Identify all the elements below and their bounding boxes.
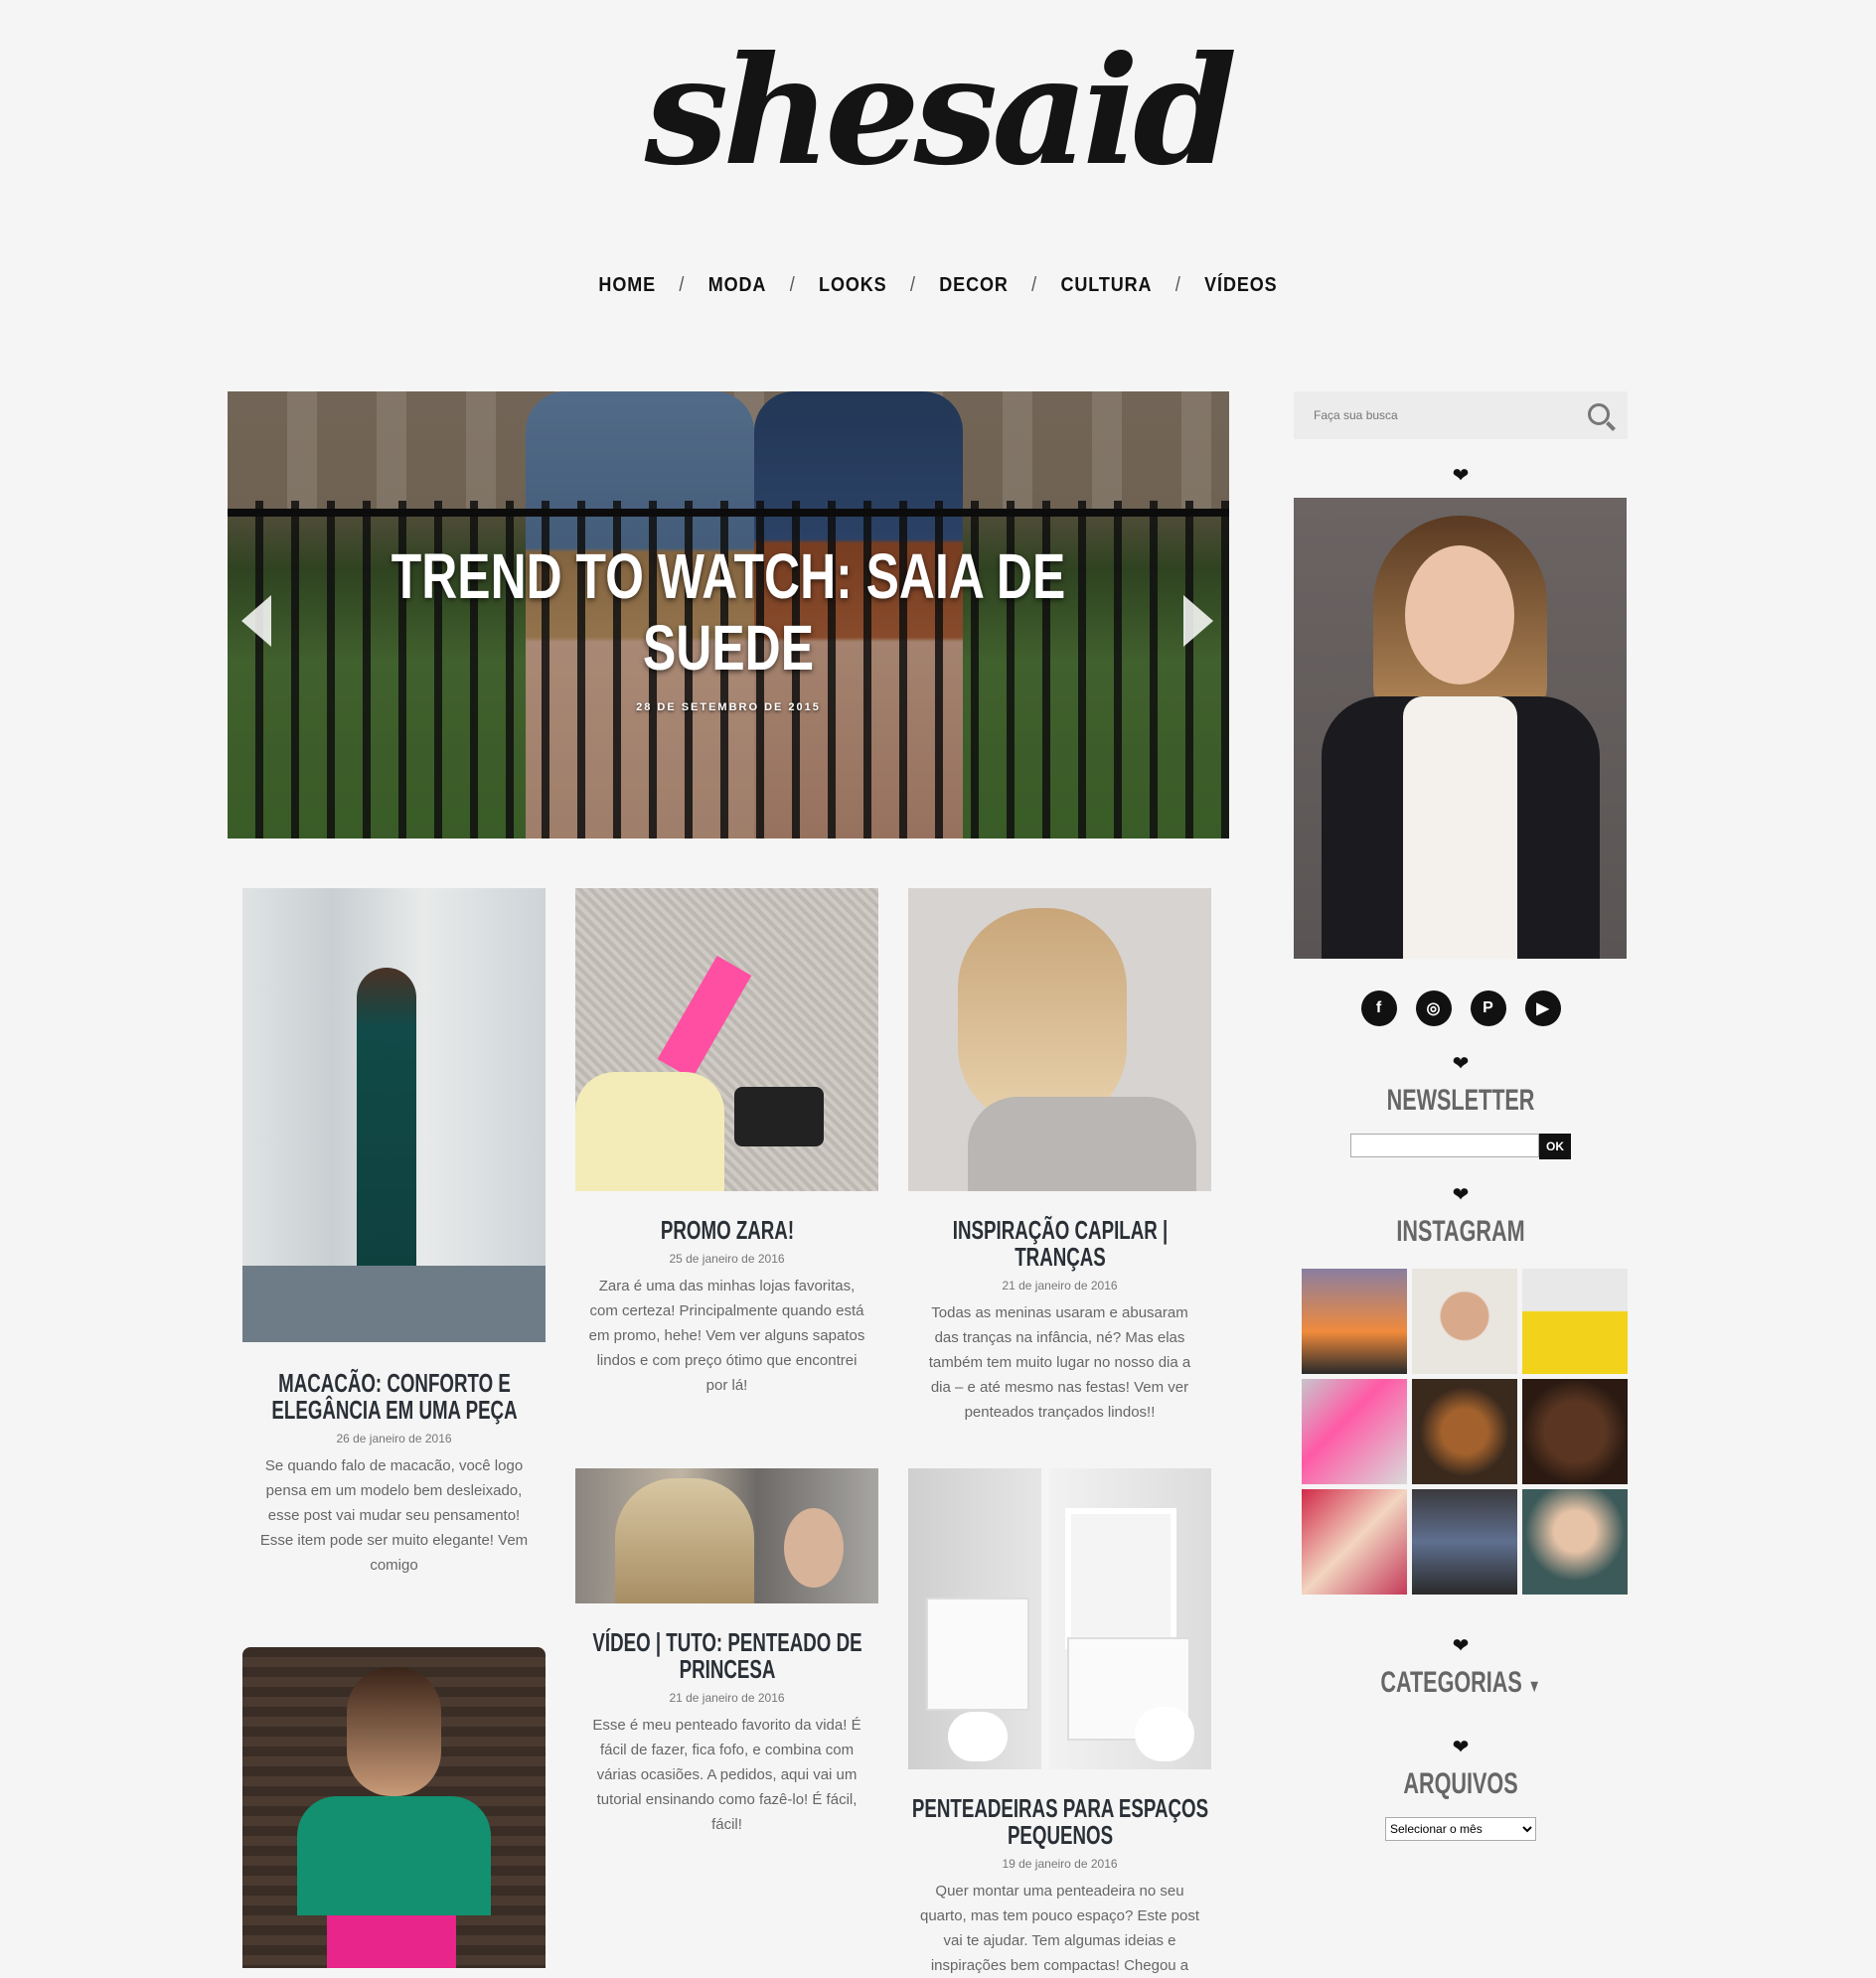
instagram-icon[interactable]: ◎ xyxy=(1415,990,1452,1026)
slider-next-arrow-icon[interactable] xyxy=(1183,595,1213,647)
post-card xyxy=(242,1647,546,1968)
nav-separator: / xyxy=(789,273,796,296)
pinterest-icon[interactable]: P xyxy=(1470,990,1506,1026)
post-image[interactable] xyxy=(242,888,546,1342)
instagram-photo[interactable] xyxy=(1522,1489,1628,1595)
newsletter-email-input[interactable] xyxy=(1350,1134,1539,1157)
nav-separator: / xyxy=(1031,273,1038,296)
post-card: PROMO ZARA! 25 de janeiro de 2016 Zara é… xyxy=(575,888,878,1398)
post-title[interactable]: VÍDEO | TUTO: PENTEADO DE PRINCESA xyxy=(577,1629,877,1683)
newsletter-ok-button[interactable]: OK xyxy=(1539,1134,1571,1159)
search-input[interactable] xyxy=(1294,391,1592,439)
post-excerpt: Quer montar uma penteadeira no seu quart… xyxy=(920,1883,1199,1974)
post-image[interactable] xyxy=(575,1468,878,1603)
post-card: INSPIRAÇÃO CAPILAR | TRANÇAS 21 de janei… xyxy=(908,888,1211,1425)
post-card: PENTEADEIRAS PARA ESPAÇOS PEQUENOS 19 de… xyxy=(908,1468,1211,1978)
instagram-photo[interactable] xyxy=(1412,1489,1517,1595)
caret-down-icon[interactable]: ▼ xyxy=(1528,1676,1541,1696)
categories-dropdown[interactable]: CATEGORIAS ▼ xyxy=(1340,1666,1581,1700)
search-icon[interactable] xyxy=(1588,403,1610,425)
post-date: 21 de janeiro de 2016 xyxy=(1002,1279,1118,1293)
nav-separator: / xyxy=(679,273,686,296)
search-box xyxy=(1294,391,1628,439)
site-logo[interactable]: shesaid xyxy=(0,22,1876,201)
archives-title: ARQUIVOS xyxy=(1403,1767,1518,1800)
post-title[interactable]: PENTEADEIRAS PARA ESPAÇOS PEQUENOS xyxy=(910,1795,1210,1849)
post-title[interactable]: PROMO ZARA! xyxy=(577,1217,877,1244)
social-links: f ◎ P ▶ xyxy=(1294,990,1628,1026)
author-photo xyxy=(1294,498,1627,959)
newsletter-title: NEWSLETTER xyxy=(1386,1084,1535,1117)
instagram-photo[interactable] xyxy=(1302,1379,1407,1484)
author-photo-face xyxy=(1405,545,1514,685)
archives-select[interactable]: Selecionar o mês xyxy=(1385,1817,1536,1841)
post-image[interactable] xyxy=(242,1647,546,1968)
instagram-photo[interactable] xyxy=(1412,1379,1517,1484)
author-photo-shirt xyxy=(1403,696,1517,959)
instagram-photo[interactable] xyxy=(1412,1269,1517,1374)
facebook-icon[interactable]: f xyxy=(1360,990,1397,1026)
instagram-grid xyxy=(1302,1269,1628,1595)
sidebar: ❤ f ◎ P ▶ ❤ NEWSLETTER OK ❤ INSTAGRAM ❤ … xyxy=(1294,391,1628,1841)
post-date: 26 de janeiro de 2016 xyxy=(336,1432,452,1445)
nav-decor[interactable]: DECOR xyxy=(936,274,1013,297)
nav-home[interactable]: HOME xyxy=(595,274,660,297)
instagram-photo[interactable] xyxy=(1522,1269,1628,1374)
categories-title: CATEGORIAS xyxy=(1380,1666,1522,1699)
featured-slider[interactable]: TREND TO WATCH: SAIA DE SUEDE 28 DE SETE… xyxy=(228,391,1229,838)
main-nav: HOME / MODA / LOOKS / DECOR / CULTURA / VÍDEO… xyxy=(93,268,1782,302)
instagram-title: INSTAGRAM xyxy=(1396,1215,1525,1248)
nav-looks[interactable]: LOOKS xyxy=(815,274,890,297)
archives-select-wrap: Selecionar o mês xyxy=(1294,1817,1628,1841)
slider-prev-arrow-icon[interactable] xyxy=(241,595,271,647)
nav-moda[interactable]: MODA xyxy=(704,274,770,297)
instagram-photo[interactable] xyxy=(1522,1379,1628,1484)
slide-date: 28 DE SETEMBRO DE 2015 xyxy=(636,701,821,713)
nav-separator: / xyxy=(909,273,916,296)
slide-title[interactable]: TREND TO WATCH: SAIA DE SUEDE xyxy=(338,540,1119,684)
nav-videos[interactable]: VÍDEOS xyxy=(1201,274,1282,297)
heart-icon: ❤ xyxy=(1452,1635,1470,1657)
post-card: MACACÃO: CONFORTO E ELEGÂNCIA EM UMA PEÇ… xyxy=(242,888,546,1578)
post-date: 21 de janeiro de 2016 xyxy=(669,1691,785,1705)
post-date: 25 de janeiro de 2016 xyxy=(669,1252,785,1266)
heart-icon: ❤ xyxy=(1452,1737,1470,1758)
heart-icon: ❤ xyxy=(1452,1053,1470,1075)
nav-cultura[interactable]: CULTURA xyxy=(1057,274,1156,297)
instagram-photo[interactable] xyxy=(1302,1269,1407,1374)
post-card: VÍDEO | TUTO: PENTEADO DE PRINCESA 21 de… xyxy=(575,1468,878,1837)
post-date: 19 de janeiro de 2016 xyxy=(1002,1857,1118,1871)
heart-icon: ❤ xyxy=(1452,1184,1470,1206)
post-image[interactable] xyxy=(575,888,878,1191)
post-excerpt: Todas as meninas usaram e abusaram das t… xyxy=(928,1304,1191,1421)
post-image[interactable] xyxy=(908,1468,1211,1769)
post-excerpt: Esse é meu penteado favorito da vida! É … xyxy=(592,1717,861,1833)
instagram-photo[interactable] xyxy=(1302,1489,1407,1595)
post-title[interactable]: MACACÃO: CONFORTO E ELEGÂNCIA EM UMA PEÇ… xyxy=(244,1370,545,1424)
youtube-icon[interactable]: ▶ xyxy=(1524,990,1561,1026)
newsletter-form: OK xyxy=(1294,1134,1628,1159)
heart-icon: ❤ xyxy=(1452,465,1470,487)
nav-separator: / xyxy=(1174,273,1181,296)
post-image[interactable] xyxy=(908,888,1211,1191)
post-title[interactable]: INSPIRAÇÃO CAPILAR | TRANÇAS xyxy=(910,1217,1210,1271)
post-excerpt: Zara é uma das minhas lojas favoritas, c… xyxy=(588,1278,865,1394)
post-excerpt: Se quando falo de macacão, você logo pen… xyxy=(259,1457,529,1574)
